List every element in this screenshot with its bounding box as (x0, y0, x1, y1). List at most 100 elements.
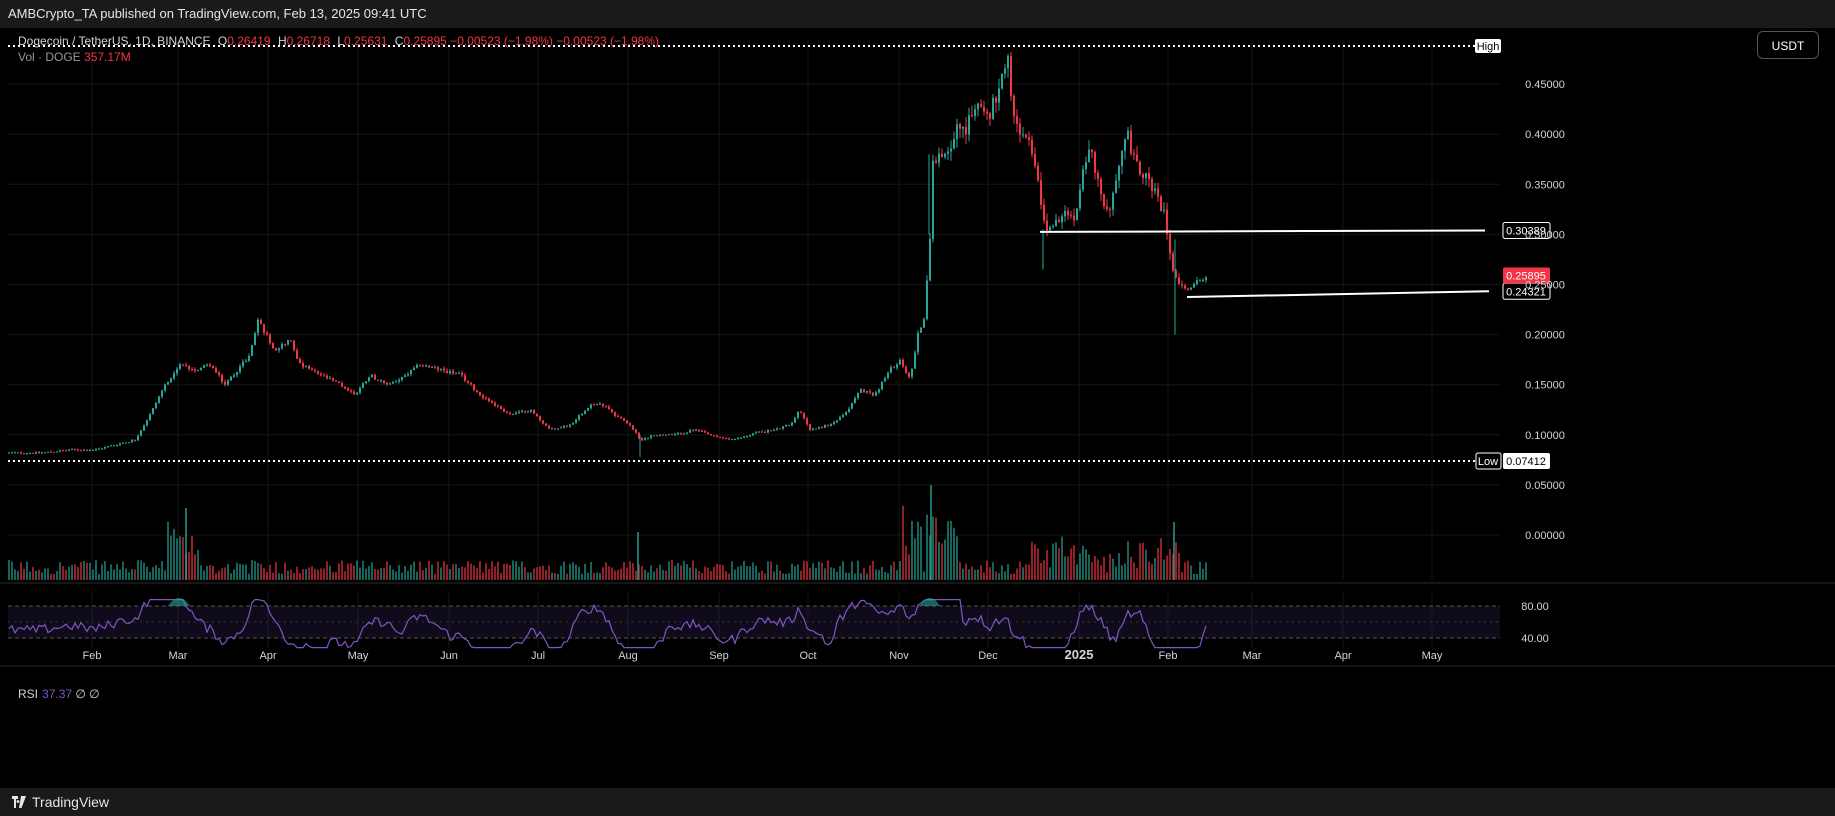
volume-bar (962, 568, 964, 580)
candle-body (1082, 169, 1084, 190)
candle-body (167, 382, 169, 385)
candle-body (299, 358, 301, 364)
candle-body (626, 420, 628, 424)
candle-body (1088, 149, 1090, 163)
volume-bar (356, 560, 358, 580)
volume-bar (1106, 572, 1108, 580)
candle-body (773, 429, 775, 431)
volume-bar (224, 567, 226, 580)
volume-bar (329, 565, 331, 580)
candle-body (971, 115, 973, 117)
volume-bar (98, 573, 100, 580)
candle-body (734, 439, 736, 441)
volume-bar (494, 566, 496, 580)
candle-body (398, 379, 400, 382)
volume-bar (248, 573, 250, 580)
volume-bar (227, 564, 229, 580)
volume-bar (407, 570, 409, 580)
currency-button[interactable]: USDT (1757, 31, 1819, 59)
volume-bar (134, 569, 136, 580)
volume-bar (431, 564, 433, 580)
volume-bar (323, 568, 325, 580)
candle-body (1112, 192, 1114, 210)
candle-body (227, 380, 229, 385)
candle-body (359, 388, 361, 393)
candle-body (1133, 153, 1135, 155)
candle-body (1157, 188, 1159, 197)
volume-bar (416, 571, 418, 580)
tradingview-brand[interactable]: TradingView (32, 788, 109, 816)
volume-bar (479, 561, 481, 580)
candle-body (389, 383, 391, 385)
candle-body (44, 452, 46, 454)
volume-bar (818, 561, 820, 580)
candle-body (812, 428, 814, 430)
candle-body (41, 452, 43, 454)
symbol-label[interactable]: Dogecoin / TetherUS, 1D, BINANCE (18, 34, 211, 48)
volume-bar (584, 563, 586, 580)
candle-body (332, 378, 334, 381)
candle-body (1178, 277, 1180, 285)
ohlc-legend: Dogecoin / TetherUS, 1D, BINANCE O0.2641… (18, 34, 659, 48)
candle-body (1064, 210, 1066, 217)
candle-body (59, 450, 61, 452)
candle-body (1079, 189, 1081, 209)
candle-body (650, 435, 652, 438)
candlestick-chart[interactable]: 80.0040.00 HighLow 0.074120.303890.243210… (0, 28, 1835, 788)
candle-body (215, 368, 217, 373)
volume-bar (1088, 554, 1090, 580)
volume-bar (644, 569, 646, 580)
candle-body (836, 420, 838, 423)
candle-body (368, 377, 370, 382)
candle-body (1199, 280, 1201, 282)
volume-bar (692, 560, 694, 580)
candle-body (263, 323, 265, 333)
candle-body (170, 378, 172, 383)
candle-body (923, 319, 925, 328)
volume-value: 357.17M (84, 50, 131, 64)
volume-bar (83, 560, 85, 580)
candle-body (461, 372, 463, 376)
volume-bar (212, 565, 214, 580)
volume-bar (326, 561, 328, 580)
publish-header: AMBCrypto_TA published on TradingView.co… (0, 0, 1835, 28)
candle-body (1034, 154, 1036, 166)
candle-body (815, 428, 817, 430)
volume-bar (1040, 563, 1042, 580)
volume-bar (221, 568, 223, 580)
candle-body (707, 432, 709, 435)
candle-body (1046, 220, 1048, 231)
high-label: High (1477, 41, 1500, 53)
candle-body (431, 366, 433, 368)
candle-body (32, 452, 34, 454)
volume-bar (389, 565, 391, 580)
volume-bar (305, 568, 307, 580)
candle-body (785, 425, 787, 427)
volume-bar (77, 567, 79, 580)
volume-bar (1142, 542, 1144, 580)
candle-body (326, 375, 328, 379)
candle-body (689, 430, 691, 433)
candle-body (1181, 284, 1183, 286)
rsi-label[interactable]: RSI (18, 687, 38, 701)
candle-body (851, 402, 853, 409)
volume-bar (422, 570, 424, 580)
volume-bar (998, 573, 1000, 580)
candle-body (1097, 172, 1099, 179)
volume-bar (1148, 561, 1150, 580)
tradingview-logo-icon[interactable] (12, 796, 26, 808)
candle-body (317, 370, 319, 374)
candle-body (1085, 162, 1087, 170)
candle-body (1049, 227, 1051, 231)
volume-bar (86, 562, 88, 580)
volume-bar (1061, 536, 1063, 580)
candle-body (617, 415, 619, 417)
candle-body (29, 452, 31, 454)
volume-label[interactable]: Vol · DOGE (18, 50, 81, 64)
volume-bar (884, 571, 886, 580)
volume-bar (440, 567, 442, 580)
volume-bar (1070, 548, 1072, 580)
x-tick-label: May (1422, 650, 1443, 662)
volume-bar (530, 572, 532, 580)
candle-body (1091, 149, 1093, 153)
